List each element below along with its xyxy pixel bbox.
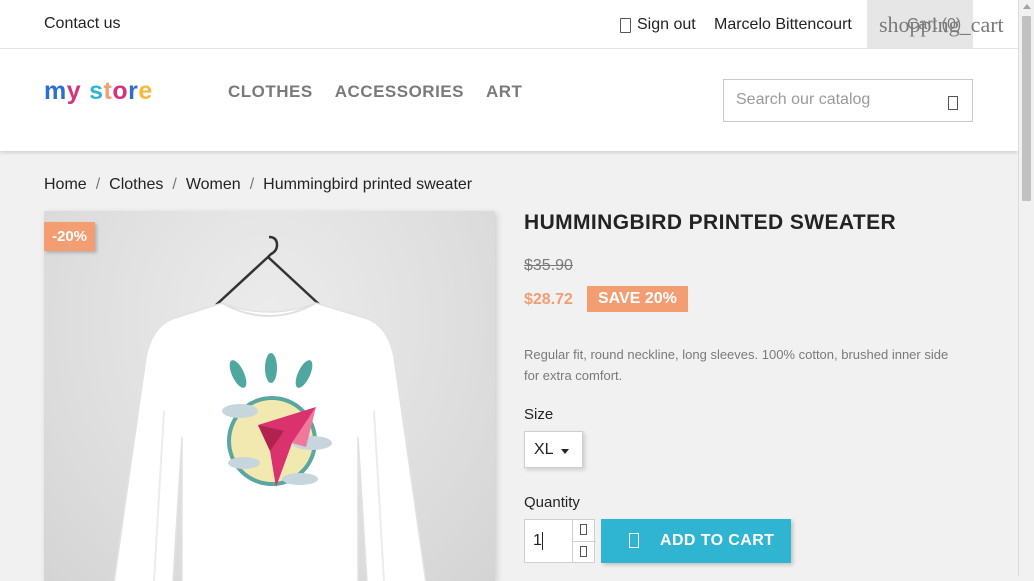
quantity-input[interactable]: 1 <box>533 532 542 550</box>
save-badge: SAVE 20% <box>587 286 688 312</box>
add-to-cart-button[interactable]: ADD TO CART <box>601 519 791 563</box>
logo-letter: m <box>44 77 67 105</box>
breadcrumb-women[interactable]: Women <box>186 176 241 194</box>
size-select-value: XL <box>534 441 554 458</box>
sign-out-link[interactable]: Sign out <box>620 16 696 34</box>
quantity-increase-button[interactable] <box>573 520 596 541</box>
quantity-stepper[interactable]: 1 <box>524 519 596 563</box>
logo-letter: r <box>128 77 139 105</box>
site-header: my store CLOTHES ACCESSORIES ART <box>0 49 1018 151</box>
search-icon[interactable] <box>948 96 958 110</box>
text-cursor <box>542 532 543 550</box>
discount-flag: -20% <box>44 222 96 251</box>
breadcrumb-clothes[interactable]: Clothes <box>109 176 163 194</box>
size-select[interactable]: XL <box>524 431 583 468</box>
main-nav: CLOTHES ACCESSORIES ART <box>228 82 522 102</box>
logo-letter: s <box>89 77 104 105</box>
scroll-up-arrow-icon[interactable] <box>1023 4 1031 9</box>
product-title: HUMMINGBIRD PRINTED SWEATER <box>524 211 897 234</box>
cart-button[interactable]: Cart (0) shopping_cart <box>867 0 1004 48</box>
nav-item-art[interactable]: ART <box>486 82 522 102</box>
sign-out-icon <box>620 17 631 33</box>
breadcrumb-separator: / <box>249 176 255 193</box>
breadcrumb-home[interactable]: Home <box>44 176 87 194</box>
regular-price: $35.90 <box>524 257 573 274</box>
scroll-thumb[interactable] <box>1022 16 1031 201</box>
sign-out-label: Sign out <box>637 16 696 33</box>
account-link[interactable]: Marcelo Bittencourt <box>714 16 852 34</box>
search-box <box>723 79 973 122</box>
shopping-cart-icon <box>629 533 639 548</box>
top-bar: Contact us Sign out Marcelo Bittencourt … <box>0 0 1018 49</box>
scrollbar[interactable] <box>1018 0 1034 576</box>
sale-price: $28.72 <box>524 291 573 308</box>
quantity-decrease-button[interactable] <box>573 541 596 562</box>
logo-letter: t <box>103 77 113 105</box>
breadcrumb-current: Hummingbird printed sweater <box>263 176 473 193</box>
chevron-up-icon <box>580 524 587 535</box>
search-input[interactable] <box>734 90 938 110</box>
quantity-label: Quantity <box>524 494 580 511</box>
size-label: Size <box>524 406 554 423</box>
breadcrumb-separator: / <box>95 176 101 193</box>
shopping-cart-icon: shopping_cart <box>879 12 1004 37</box>
logo-letter: e <box>138 77 153 105</box>
product-description: Regular fit, round neckline, long sleeve… <box>524 347 949 383</box>
chevron-down-icon <box>580 546 587 557</box>
breadcrumb: Home / Clothes / Women / Hummingbird pri… <box>44 176 472 194</box>
sweater-illustration <box>113 235 427 581</box>
chevron-down-icon <box>561 449 569 454</box>
store-logo[interactable]: my store <box>44 77 153 106</box>
logo-letter: y <box>66 77 82 105</box>
nav-item-clothes[interactable]: CLOTHES <box>228 82 313 102</box>
quantity-spin-buttons <box>572 520 596 562</box>
nav-item-accessories[interactable]: ACCESSORIES <box>335 82 464 102</box>
logo-letter: o <box>112 77 129 105</box>
contact-us-link[interactable]: Contact us <box>44 15 120 33</box>
breadcrumb-separator: / <box>172 176 177 193</box>
add-to-cart-label: ADD TO CART <box>660 532 775 549</box>
product-image[interactable] <box>44 211 495 581</box>
